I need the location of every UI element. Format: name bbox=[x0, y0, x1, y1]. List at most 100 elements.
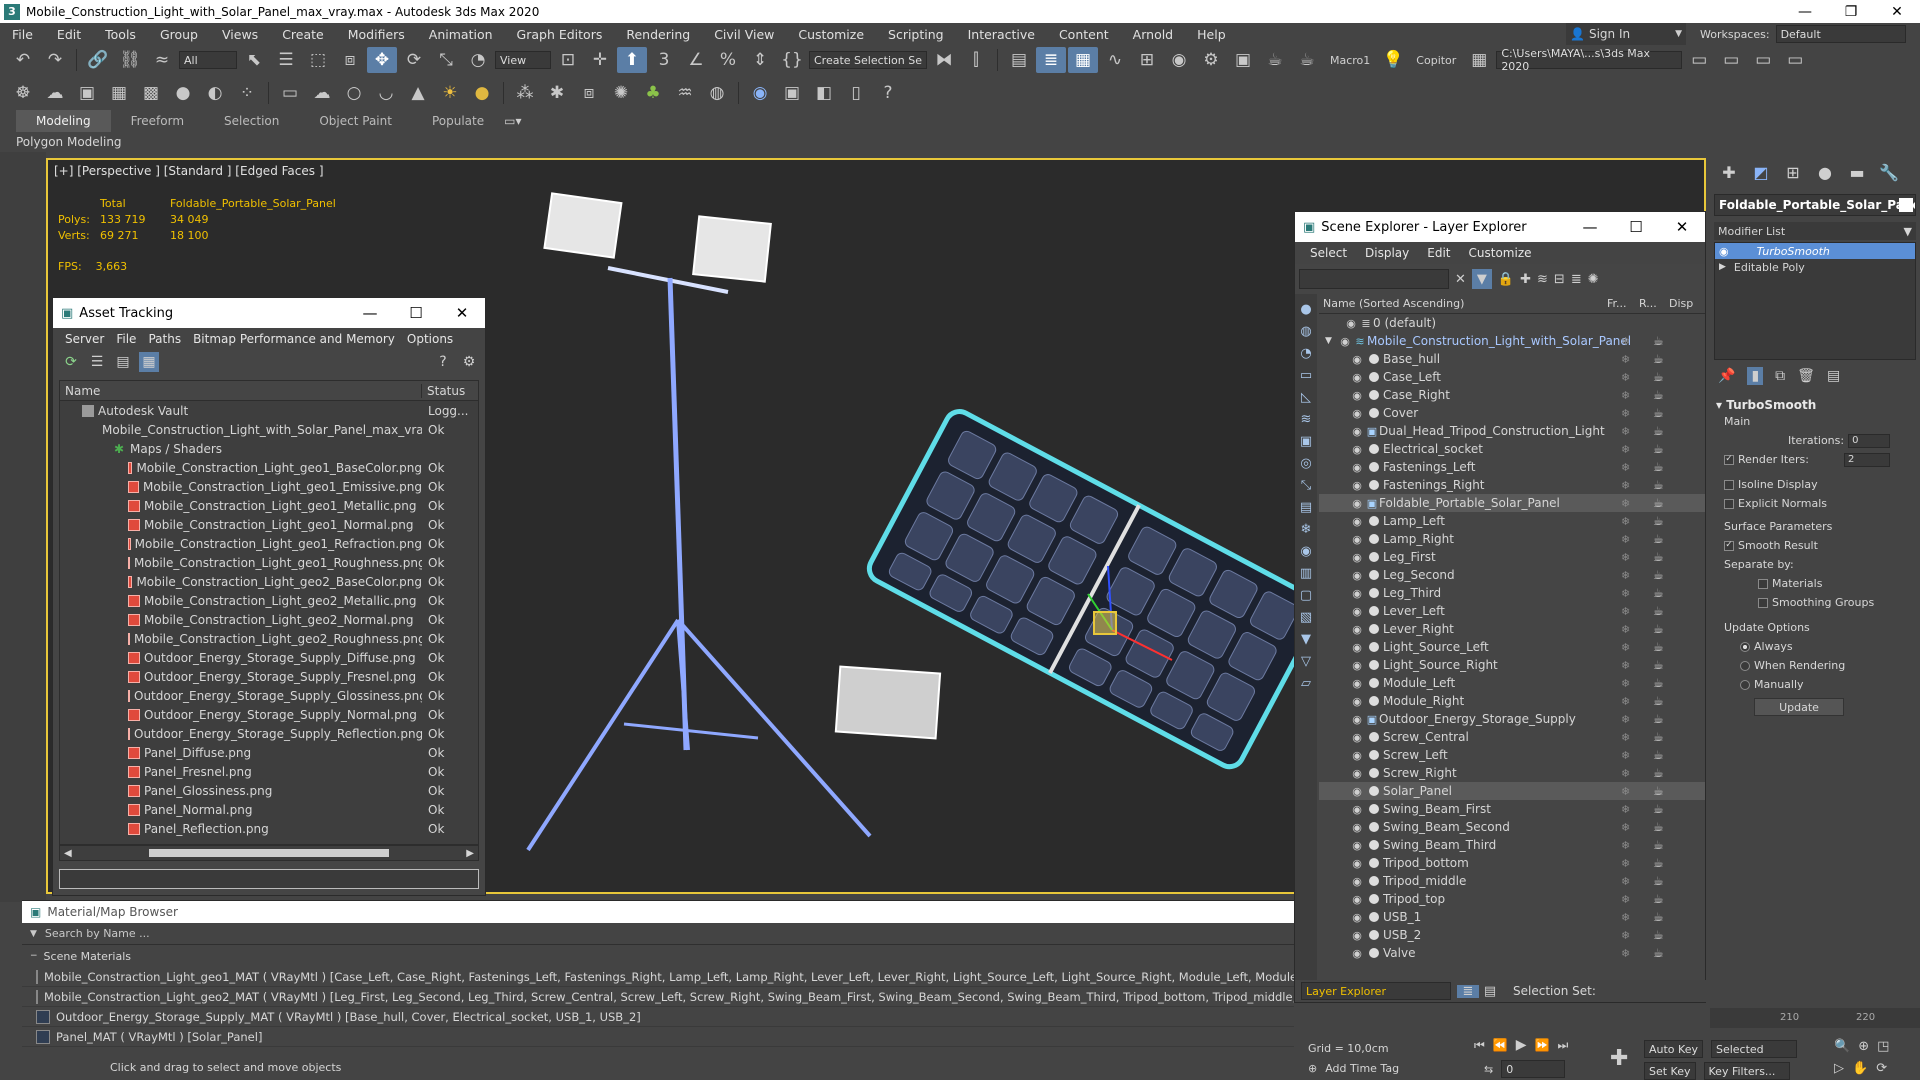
asset-path-field[interactable] bbox=[59, 869, 479, 889]
render-icon[interactable]: ☕ bbox=[1653, 334, 1664, 348]
menu-graph-editors[interactable]: Graph Editors bbox=[505, 27, 615, 42]
list-item[interactable]: ◉ ▣ Outdoor_Energy_Storage_Supply ❄ ☕ bbox=[1319, 710, 1705, 728]
table-row[interactable]: Mobile_Construction_Light_with_Solar_Pan… bbox=[60, 420, 478, 439]
asset-minimize-button[interactable]: — bbox=[347, 304, 393, 322]
list-item[interactable]: ◉ Solar_Panel ❄ ☕ bbox=[1319, 782, 1705, 800]
eye-icon[interactable]: ◉ bbox=[1349, 677, 1365, 690]
render-icon[interactable]: ☕ bbox=[1653, 352, 1664, 366]
snaps-toggle-icon[interactable]: 3 bbox=[649, 47, 679, 73]
freeze-icon[interactable]: ❄ bbox=[1621, 713, 1630, 726]
window-crossing-icon[interactable]: ⧈ bbox=[335, 47, 365, 73]
eye-icon[interactable]: ◉ bbox=[1349, 569, 1365, 582]
render-icon[interactable]: ☕ bbox=[1653, 370, 1664, 384]
render-icon[interactable]: ☕ bbox=[1653, 676, 1664, 690]
mirror-icon[interactable]: ⧓ bbox=[929, 47, 959, 73]
list-item[interactable]: ◉ Light_Source_Right ❄ ☕ bbox=[1319, 656, 1705, 674]
utilities-tab-icon[interactable]: 🔧 bbox=[1878, 165, 1900, 181]
menu-edit[interactable]: Edit bbox=[45, 27, 93, 42]
scene-minimize-button[interactable]: — bbox=[1567, 218, 1613, 236]
play-icon[interactable]: ▶ bbox=[1516, 1038, 1527, 1052]
menu-group[interactable]: Group bbox=[148, 27, 210, 42]
auto-key-button[interactable]: Auto Key bbox=[1644, 1040, 1703, 1058]
list-item[interactable]: ◉ Fastenings_Right ❄ ☕ bbox=[1319, 476, 1705, 494]
camera-filter-icon[interactable]: ▭ bbox=[1297, 366, 1315, 384]
render-icon[interactable]: ☕ bbox=[1653, 820, 1664, 834]
align-icon[interactable]: ⫿ bbox=[961, 47, 991, 73]
container-filter-icon[interactable]: ▤ bbox=[1297, 498, 1315, 516]
geometry-filter-icon[interactable]: ● bbox=[1297, 300, 1315, 318]
fur-icon[interactable]: ✱ bbox=[542, 80, 572, 106]
table-row[interactable]: Mobile_Constraction_Light_geo1_BaseColor… bbox=[60, 458, 478, 477]
freeze-icon[interactable]: ❄ bbox=[1621, 659, 1630, 672]
clear-search-icon[interactable]: ✕ bbox=[1455, 273, 1466, 286]
table-row[interactable]: Mobile_Constraction_Light_geo1_Emissive.… bbox=[60, 477, 478, 496]
render-icon[interactable]: ☕ bbox=[1653, 622, 1664, 636]
object-name-field[interactable]: Foldable_Portable_Solar_Panel bbox=[1714, 194, 1916, 216]
freeze-icon[interactable]: ❄ bbox=[1621, 947, 1630, 960]
eye-icon[interactable]: ◉ bbox=[1343, 317, 1359, 330]
spinner-snap-icon[interactable]: ⇕ bbox=[745, 47, 775, 73]
cloud-icon[interactable]: ☁ bbox=[40, 80, 70, 106]
layer-tree-icon[interactable]: ⊟ bbox=[1554, 273, 1565, 286]
render-icon[interactable]: ☕ bbox=[1653, 460, 1664, 474]
help-icon[interactable]: ? bbox=[433, 352, 453, 372]
list-item[interactable]: ◉ Lever_Right ❄ ☕ bbox=[1319, 620, 1705, 638]
list-item[interactable]: ◉ Lamp_Right ❄ ☕ bbox=[1319, 530, 1705, 548]
none-filter-icon[interactable]: ▢ bbox=[1297, 586, 1315, 604]
all-filter-icon[interactable]: ▥ bbox=[1297, 564, 1315, 582]
menu-arnold[interactable]: Arnold bbox=[1121, 27, 1185, 42]
motion-tab-icon[interactable]: ● bbox=[1814, 165, 1836, 181]
freeze-icon[interactable]: ❄ bbox=[1621, 677, 1630, 690]
select-by-name-icon[interactable]: ☰ bbox=[271, 47, 301, 73]
geometry-icon[interactable]: ● bbox=[168, 80, 198, 106]
smoothing-groups-checkbox[interactable] bbox=[1758, 597, 1768, 608]
eye-icon[interactable]: ◉ bbox=[1349, 389, 1365, 402]
set-key-icon[interactable]: ✚ bbox=[1610, 1048, 1628, 1070]
render-icon[interactable]: ☕ bbox=[1653, 424, 1664, 438]
asset-menu-server[interactable]: Server bbox=[59, 332, 110, 346]
list-item[interactable]: ◉ Swing_Beam_Third ❄ ☕ bbox=[1319, 836, 1705, 854]
iterations-spinner[interactable]: 0 bbox=[1848, 433, 1890, 448]
material-row[interactable]: Outdoor_Energy_Storage_Supply_MAT ( VRay… bbox=[22, 1007, 1294, 1027]
tab-modeling[interactable]: Modeling bbox=[16, 110, 111, 132]
menu-scripting[interactable]: Scripting bbox=[876, 27, 956, 42]
menu-tools[interactable]: Tools bbox=[93, 27, 148, 42]
manually-radio[interactable] bbox=[1740, 679, 1750, 690]
filter-icon[interactable]: ▼ bbox=[1471, 269, 1492, 289]
table-row[interactable]: Mobile_Constraction_Light_geo1_Refractio… bbox=[60, 534, 478, 553]
asset-menu-paths[interactable]: Paths bbox=[142, 332, 187, 346]
list-item[interactable]: ◉ Light_Source_Left ❄ ☕ bbox=[1319, 638, 1705, 656]
eye-icon[interactable]: ◉ bbox=[1349, 947, 1365, 960]
asset-hscrollbar[interactable]: ◀ ▶ bbox=[59, 845, 479, 861]
layout-icon-1[interactable]: ▭ bbox=[1684, 47, 1714, 73]
preview-sphere-icon[interactable]: ◉ bbox=[745, 80, 775, 106]
remove-modifier-icon[interactable]: 🗑 bbox=[1797, 369, 1815, 383]
table-row[interactable]: Panel_Reflection.png Ok bbox=[60, 819, 478, 838]
go-to-end-icon[interactable]: ⏭ bbox=[1558, 1039, 1569, 1051]
material-row[interactable]: Panel_MAT ( VRayMtl ) [Solar_Panel] bbox=[22, 1027, 1294, 1047]
folder-icon[interactable]: ▱ bbox=[1297, 674, 1315, 692]
freeze-icon[interactable]: ❄ bbox=[1621, 893, 1630, 906]
scene-menu-select[interactable]: Select bbox=[1301, 246, 1356, 260]
eye-icon[interactable]: ◉ bbox=[1349, 659, 1365, 672]
materials-checkbox[interactable] bbox=[1758, 578, 1768, 589]
layer-main-row[interactable]: ▼ ◉ ≋ Mobile_Construction_Light_with_Sol… bbox=[1319, 332, 1705, 350]
render-icon[interactable]: ☕ bbox=[1653, 892, 1664, 906]
freeze-icon[interactable]: ❄ bbox=[1621, 875, 1630, 888]
freeze-icon[interactable]: ❄ bbox=[1621, 749, 1630, 762]
table-view-icon[interactable]: ▦ bbox=[139, 352, 159, 372]
render-icon[interactable]: ☕ bbox=[1653, 532, 1664, 546]
list-item[interactable]: ◉ Fastenings_Left ❄ ☕ bbox=[1319, 458, 1705, 476]
dots-icon[interactable]: ⁘ bbox=[232, 80, 262, 106]
particles-icon[interactable]: ⁂ bbox=[510, 80, 540, 106]
render-icon[interactable]: ☕ bbox=[1653, 514, 1664, 528]
eye-icon[interactable]: ◉ bbox=[1349, 407, 1365, 420]
turbosmooth-rollout-header[interactable]: ▾ TurboSmooth bbox=[1710, 398, 1920, 412]
image-icon[interactable]: ▣ bbox=[72, 80, 102, 106]
layers-toggle-icon[interactable]: ≣ bbox=[1457, 984, 1479, 998]
explorer-type-dropdown[interactable]: Layer Explorer bbox=[1301, 982, 1451, 1000]
freeze-icon[interactable]: ❄ bbox=[1621, 839, 1630, 852]
render-iterative-icon[interactable]: ☕ bbox=[1292, 47, 1322, 73]
render-icon[interactable]: ☕ bbox=[1260, 47, 1290, 73]
eye-icon[interactable]: ◉ bbox=[1349, 785, 1365, 798]
